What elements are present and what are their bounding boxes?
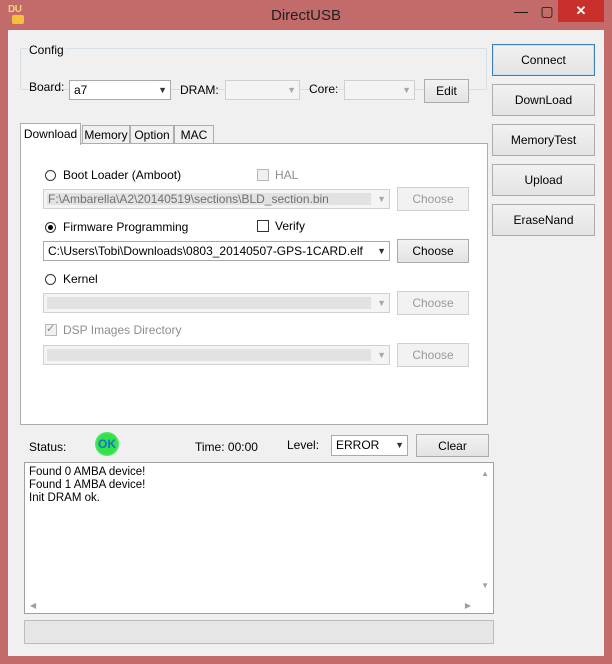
tab-memory[interactable]: Memory [82, 125, 130, 144]
title-bar[interactable]: DU DirectUSB — ▢ ✕ [0, 0, 612, 30]
minimize-button[interactable]: — [509, 0, 533, 22]
core-select[interactable]: ▼ [344, 80, 415, 100]
config-group-label: Config [28, 43, 65, 57]
chevron-down-icon: ▼ [377, 298, 386, 308]
bootloader-path-value: F:\Ambarella\A2\20140519\sections\BLD_se… [48, 192, 329, 206]
chevron-down-icon: ▼ [377, 194, 386, 204]
firmware-choose-button[interactable]: Choose [397, 239, 469, 263]
scroll-left-icon[interactable]: ◀ [30, 601, 36, 610]
chevron-down-icon: ▼ [377, 246, 386, 256]
verify-checkbox[interactable] [257, 220, 269, 232]
firmware-radio[interactable] [45, 222, 56, 233]
chevron-down-icon: ▼ [287, 85, 296, 95]
edit-button[interactable]: Edit [424, 79, 469, 103]
level-select-value: ERROR [336, 438, 380, 452]
kernel-radio[interactable] [45, 274, 56, 285]
kernel-choose-button[interactable]: Choose [397, 291, 469, 315]
download-button[interactable]: DownLoad [492, 84, 595, 116]
time-label: Time: 00:00 [195, 440, 258, 454]
memorytest-button[interactable]: MemoryTest [492, 124, 595, 156]
download-panel: Boot Loader (Amboot) HAL F:\Ambarella\A2… [20, 143, 488, 425]
bootloader-radio[interactable] [45, 170, 56, 181]
dsp-label: DSP Images Directory [63, 323, 182, 337]
chevron-down-icon: ▼ [158, 85, 167, 95]
clear-button[interactable]: Clear [416, 434, 489, 457]
status-indicator: OK [95, 432, 119, 456]
core-label: Core: [309, 82, 339, 96]
close-button[interactable]: ✕ [558, 0, 604, 22]
kernel-path-select[interactable]: ▼ [43, 293, 390, 313]
dram-select[interactable]: ▼ [225, 80, 300, 100]
erasenand-button[interactable]: EraseNand [492, 204, 595, 236]
tab-option[interactable]: Option [130, 125, 174, 144]
log-textarea[interactable]: Found 0 AMBA device! Found 1 AMBA device… [24, 462, 494, 614]
main-window: DU DirectUSB — ▢ ✕ Config Board: a7 ▼ DR… [0, 0, 612, 664]
client-area: Config Board: a7 ▼ DRAM: ▼ Core: ▼ Edit … [8, 30, 604, 656]
status-label: Status: [29, 440, 67, 454]
scroll-up-icon[interactable]: ▲ [481, 469, 489, 478]
scroll-down-icon[interactable]: ▼ [481, 581, 489, 590]
firmware-path-value: C:\Users\Tobi\Downloads\0803_20140507-GP… [48, 244, 363, 258]
board-label: Board: [29, 80, 65, 94]
dsp-checkbox[interactable] [45, 322, 57, 336]
kernel-label: Kernel [63, 272, 98, 286]
log-line: Found 1 AMBA device! [29, 479, 146, 491]
level-select[interactable]: ERROR ▼ [331, 435, 408, 456]
bootloader-path-select[interactable]: F:\Ambarella\A2\20140519\sections\BLD_se… [43, 189, 390, 209]
bootloader-choose-button[interactable]: Choose [397, 187, 469, 211]
progress-bar [24, 620, 494, 644]
dsp-path-select[interactable]: ▼ [43, 345, 390, 365]
disabled-fill [47, 297, 371, 309]
firmware-label: Firmware Programming [63, 220, 189, 234]
dsp-choose-button[interactable]: Choose [397, 343, 469, 367]
scroll-right-icon[interactable]: ▶ [465, 601, 471, 610]
chevron-down-icon: ▼ [402, 85, 411, 95]
dram-label: DRAM: [180, 83, 219, 97]
connect-button[interactable]: Connect [492, 44, 595, 76]
maximize-button[interactable]: ▢ [535, 0, 559, 22]
verify-label: Verify [275, 219, 306, 233]
firmware-path-select[interactable]: C:\Users\Tobi\Downloads\0803_20140507-GP… [43, 241, 390, 261]
log-line: Init DRAM ok. [29, 492, 100, 504]
board-select[interactable]: a7 ▼ [69, 80, 171, 100]
log-line: Found 0 AMBA device! [29, 466, 146, 478]
disabled-fill [47, 349, 371, 361]
bootloader-label: Boot Loader (Amboot) [63, 168, 182, 182]
board-select-value: a7 [74, 83, 88, 97]
hal-label: HAL [275, 168, 299, 182]
hal-checkbox[interactable] [257, 169, 269, 181]
upload-button[interactable]: Upload [492, 164, 595, 196]
tab-mac[interactable]: MAC [174, 125, 214, 144]
tab-download[interactable]: Download [20, 123, 81, 145]
level-label: Level: [287, 438, 320, 452]
chevron-down-icon: ▼ [377, 350, 386, 360]
chevron-down-icon: ▼ [395, 440, 404, 450]
